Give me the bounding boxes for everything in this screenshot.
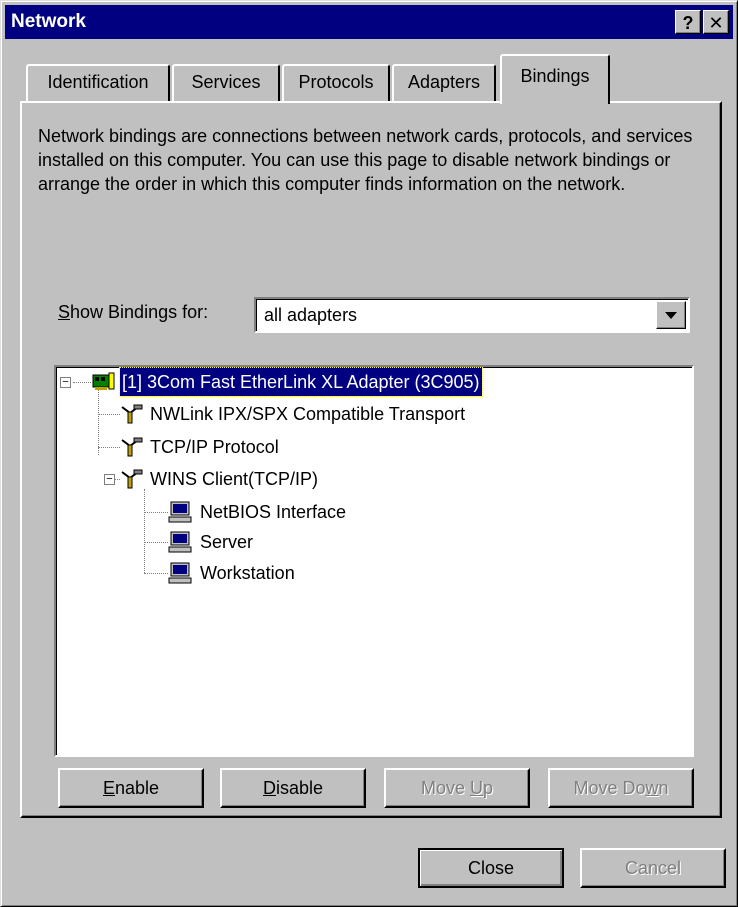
tree-node-service[interactable]: NetBIOS Interface bbox=[168, 498, 648, 528]
tab-adapters[interactable]: Adapters bbox=[392, 64, 496, 102]
computer-icon bbox=[168, 531, 192, 553]
tree-node-adapter[interactable]: [1] 3Com Fast EtherLink XL Adapter (3C90… bbox=[92, 367, 652, 398]
tree-node-service[interactable]: Server bbox=[168, 528, 648, 558]
tab-bindings[interactable]: Bindings bbox=[500, 54, 610, 104]
tab-label: Adapters bbox=[407, 72, 481, 92]
protocol-connector-icon bbox=[121, 404, 143, 424]
bindings-description: Network bindings are connections between… bbox=[38, 126, 693, 194]
protocol-connector-icon bbox=[121, 469, 143, 489]
close-button[interactable]: Close bbox=[418, 848, 564, 888]
tab-label: Identification bbox=[47, 72, 149, 92]
tab-protocols[interactable]: Protocols bbox=[282, 64, 390, 102]
tab-label: Services bbox=[191, 72, 261, 92]
tree-node-label: NWLink IPX/SPX Compatible Transport bbox=[150, 404, 466, 424]
window-title: Network bbox=[11, 11, 86, 32]
tree-node-protocol[interactable]: TCP/IP Protocol bbox=[120, 433, 660, 463]
tree-node-label: [1] 3Com Fast EtherLink XL Adapter (3C90… bbox=[119, 367, 483, 397]
protocol-connector-icon bbox=[121, 437, 143, 457]
computer-icon bbox=[168, 501, 192, 523]
collapse-wins-toggle[interactable]: − bbox=[104, 474, 115, 485]
move-up-button[interactable]: Move Up bbox=[384, 768, 530, 808]
tab-services[interactable]: Services bbox=[172, 64, 280, 102]
bindings-tree[interactable]: − [1] 3Com Fast EtherLink XL Adapter (3C… bbox=[54, 365, 694, 757]
network-card-icon bbox=[92, 372, 115, 390]
tab-label: Bindings bbox=[520, 66, 590, 86]
title-bar[interactable]: Network ? ✕ bbox=[5, 5, 733, 39]
show-bindings-value: all adapters bbox=[264, 305, 358, 325]
show-bindings-select[interactable]: all adapters bbox=[254, 297, 690, 333]
tab-identification[interactable]: Identification bbox=[26, 64, 170, 102]
tree-node-label: WINS Client(TCP/IP) bbox=[150, 469, 319, 489]
tree-node-protocol[interactable]: NWLink IPX/SPX Compatible Transport bbox=[120, 400, 660, 430]
chevron-down-icon[interactable] bbox=[656, 301, 686, 329]
collapse-adapter-toggle[interactable]: − bbox=[60, 377, 71, 388]
move-down-button[interactable]: Move Down bbox=[548, 768, 694, 808]
help-button[interactable]: ? bbox=[675, 10, 701, 34]
tree-node-label: Workstation bbox=[200, 563, 295, 583]
cancel-button[interactable]: Cancel bbox=[580, 848, 726, 888]
disable-button[interactable]: Disable bbox=[220, 768, 366, 808]
tree-node-service[interactable]: Workstation bbox=[168, 559, 648, 589]
close-icon: ✕ bbox=[708, 13, 724, 33]
tree-node-protocol[interactable]: WINS Client(TCP/IP) bbox=[120, 465, 660, 495]
show-bindings-label: Show Bindings for: bbox=[58, 302, 209, 322]
tree-node-label: NetBIOS Interface bbox=[200, 502, 347, 522]
enable-button[interactable]: Enable bbox=[58, 768, 204, 808]
tree-node-label: Server bbox=[200, 532, 254, 552]
close-window-button[interactable]: ✕ bbox=[703, 10, 729, 34]
tree-node-label: TCP/IP Protocol bbox=[150, 437, 279, 457]
computer-icon bbox=[168, 562, 192, 584]
tab-label: Protocols bbox=[298, 72, 374, 92]
help-icon: ? bbox=[682, 13, 694, 33]
